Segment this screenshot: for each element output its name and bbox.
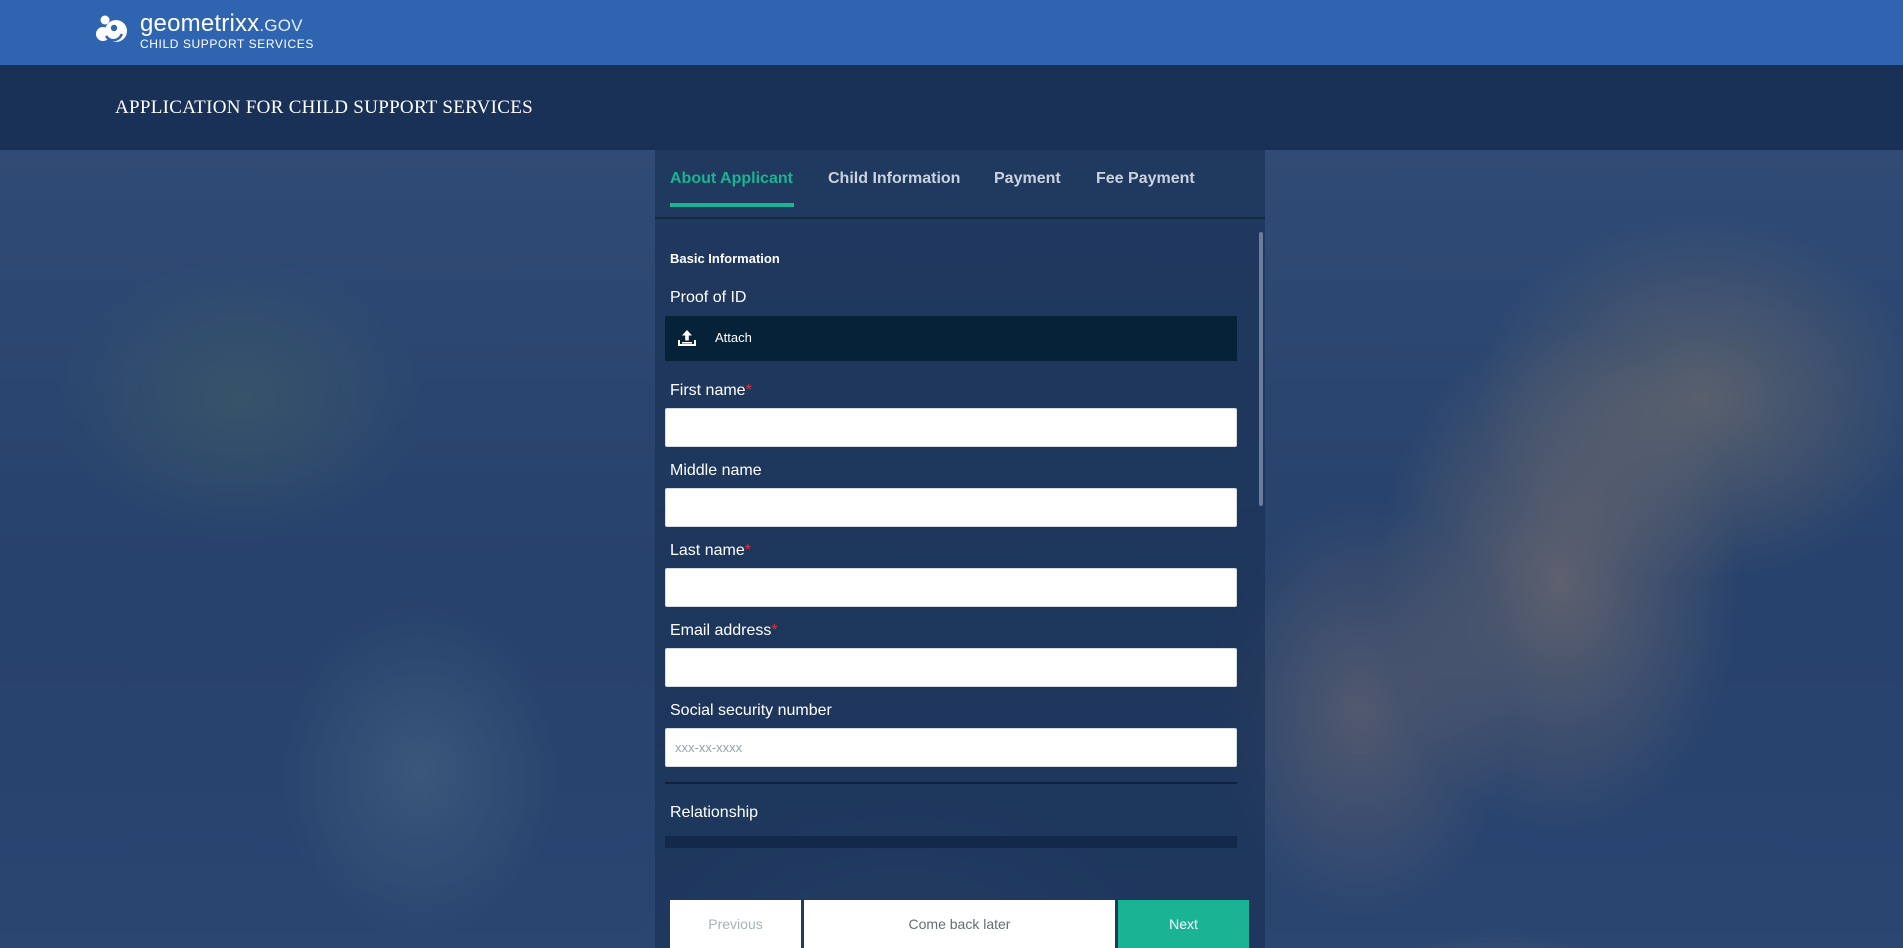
come-back-later-button[interactable]: Come back later (804, 900, 1115, 948)
next-button[interactable]: Next (1118, 900, 1249, 948)
brand-name[interactable]: geometrixx.GOV (140, 10, 303, 38)
relationship-field[interactable] (665, 836, 1237, 848)
brand-name-text: geometrixx (140, 10, 260, 37)
section-heading: Basic Information (670, 251, 780, 266)
title-banner: APPLICATION FOR CHILD SUPPORT SERVICES (0, 65, 1903, 150)
tabs-divider (655, 217, 1265, 219)
last-name-field[interactable] (665, 568, 1237, 607)
ssn-label: Social security number (670, 702, 832, 719)
email-field[interactable] (665, 648, 1237, 687)
form-scrollbar[interactable] (1259, 232, 1263, 506)
tab-payment[interactable]: Payment (994, 170, 1061, 188)
required-marker: * (745, 382, 752, 399)
email-label-text: Email address (670, 622, 772, 639)
first-name-label: First name* (670, 382, 752, 400)
attach-button[interactable]: Attach (665, 316, 1237, 361)
required-marker: * (771, 622, 778, 639)
previous-button[interactable]: Previous (670, 900, 801, 948)
last-name-label: Last name* (670, 542, 751, 560)
section-divider (665, 782, 1237, 784)
first-name-label-text: First name (670, 382, 746, 399)
email-label: Email address* (670, 622, 778, 640)
wizard-tabs: About Applicant Child Information Paymen… (670, 150, 1260, 218)
page-title: APPLICATION FOR CHILD SUPPORT SERVICES (115, 97, 534, 118)
tab-about-applicant[interactable]: About Applicant (670, 170, 793, 188)
active-tab-indicator (670, 203, 794, 207)
upload-icon (678, 330, 696, 346)
brand-header: geometrixx.GOV CHILD SUPPORT SERVICES (0, 0, 1903, 65)
family-logo-icon (96, 15, 127, 42)
tab-fee-payment[interactable]: Fee Payment (1096, 170, 1195, 188)
required-marker: * (744, 542, 751, 559)
proof-of-id-label: Proof of ID (670, 289, 747, 306)
attach-button-label: Attach (715, 330, 752, 345)
relationship-label: Relationship (670, 804, 759, 821)
middle-name-field[interactable] (665, 488, 1237, 527)
middle-name-label: Middle name (670, 462, 762, 479)
last-name-label-text: Last name (670, 542, 745, 559)
tab-child-information[interactable]: Child Information (828, 170, 960, 188)
ssn-field[interactable] (665, 728, 1237, 767)
brand-name-suffix: .GOV (259, 16, 303, 35)
first-name-field[interactable] (665, 408, 1237, 447)
brand-subtitle: CHILD SUPPORT SERVICES (140, 37, 314, 51)
